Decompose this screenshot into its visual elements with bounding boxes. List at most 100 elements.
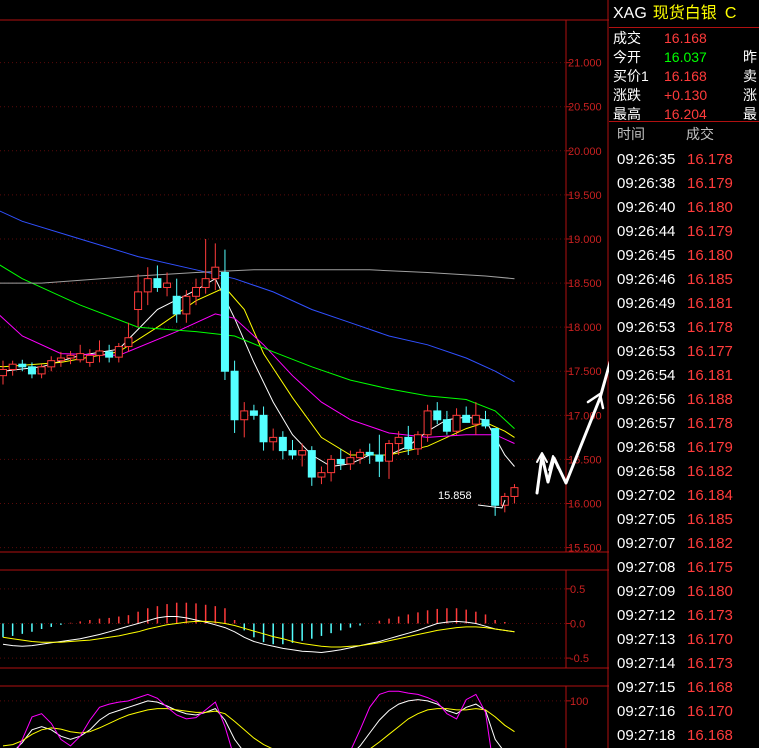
tick-row[interactable]: 09:26:53 16.178 [609,316,759,340]
quote-value: 16.168 [664,68,707,84]
tick-price: 16.178 [687,319,733,336]
tick-time: 09:26:44 [617,223,676,240]
candle-body [259,414,268,443]
price-tick-label: 19.500 [568,190,602,202]
tick-row[interactable]: 09:26:56 16.188 [609,388,759,412]
tick-row[interactable]: 09:26:54 16.181 [609,364,759,388]
quote-label-right: 昨 [743,49,757,65]
candle-body [336,458,345,465]
tick-price: 16.178 [687,151,733,168]
tick-price: 16.185 [687,511,733,528]
price-tick-label: 18.000 [568,322,602,334]
tick-row[interactable]: 09:26:38 16.179 [609,172,759,196]
tick-row[interactable]: 09:27:15 16.168 [609,676,759,700]
tick-time: 09:27:02 [617,487,676,504]
candle-body [105,351,114,358]
candle-body [114,346,123,358]
tick-time: 09:27:07 [617,535,676,552]
tick-time: 09:26:45 [617,247,676,264]
tick-row[interactable]: 09:27:02 16.184 [609,484,759,508]
tick-row[interactable]: 09:27:13 16.170 [609,628,759,652]
tick-row[interactable]: 09:26:45 16.180 [609,244,759,268]
candle-body [346,457,355,465]
tick-time: 09:26:46 [617,271,676,288]
tick-row[interactable]: 09:26:44 16.179 [609,220,759,244]
price-tick-label: 18.500 [568,278,602,290]
quote-value: 16.168 [664,30,707,46]
tick-row[interactable]: 09:26:35 16.178 [609,148,759,172]
tick-time: 09:26:49 [617,295,676,312]
candle-body [481,419,490,427]
candle-body [211,266,220,280]
candle-body [394,436,403,445]
tick-row[interactable]: 09:26:58 16.179 [609,436,759,460]
tick-time: 09:27:18 [617,727,676,744]
tick-time: 09:26:35 [617,151,676,168]
macd-tick-label: 0.0 [570,618,585,630]
tick-time: 09:26:57 [617,415,676,432]
tick-time: 09:26:58 [617,439,676,456]
macd-tick-label: 0.5 [570,584,585,596]
quote-panel: XAG 现货白银 C 成交 16.168 今开 16.037 昨买价1 16.168 卖涨跌 +0… [609,0,759,748]
tick-row[interactable]: 09:27:16 16.170 [609,700,759,724]
candle [491,428,500,516]
tick-time: 09:26:38 [617,175,676,192]
tick-row[interactable]: 09:27:09 16.180 [609,580,759,604]
candle-body [404,436,413,450]
tick-price: 16.181 [687,367,733,384]
tick-row[interactable]: 09:27:12 16.173 [609,604,759,628]
tick-row[interactable]: 09:27:14 16.173 [609,652,759,676]
candle-body [385,443,393,462]
candle-body [134,291,143,311]
tick-header: 时间 成交 [609,122,759,146]
tick-time: 09:27:12 [617,607,676,624]
tick-price: 16.168 [687,679,733,696]
tick-row[interactable]: 09:26:46 16.185 [609,268,759,292]
tick-price: 16.182 [687,463,733,480]
symbol-name: 现货白银 [652,5,717,22]
tick-time: 09:27:09 [617,583,676,600]
symbol-extra: C [724,5,737,22]
kline-chart[interactable]: 21.000 20.500 20.000 19.500 19.000 18.500 18.0… [0,0,609,748]
tick-row[interactable]: 09:26:40 16.180 [609,196,759,220]
quote-label: 今开 [613,49,641,65]
tick-row[interactable]: 09:26:58 16.182 [609,460,759,484]
tick-row[interactable]: 09:26:57 16.178 [609,412,759,436]
tick-row[interactable]: 09:27:05 16.185 [609,508,759,532]
tick-row[interactable]: 09:27:18 16.168 [609,724,759,748]
tick-row[interactable]: 09:27:07 16.182 [609,532,759,556]
candle-body [153,278,162,288]
symbol-code: XAG [613,5,647,22]
quote-label: 买价1 [613,68,649,84]
low-price-label: 15.858 [438,490,472,502]
tick-price: 16.170 [687,703,733,720]
candle-body [423,410,432,436]
tick-price: 16.170 [687,631,733,648]
candle-body [66,354,75,359]
candle-body [249,410,258,416]
tick-price: 16.179 [687,175,733,192]
tick-price: 16.184 [687,487,733,504]
tick-row[interactable]: 09:26:53 16.177 [609,340,759,364]
candle-body [471,414,480,425]
tick-row[interactable]: 09:27:08 16.175 [609,556,759,580]
candle-body [220,271,229,372]
candle-body [124,337,133,348]
candle-body [240,410,249,421]
tick-time: 09:26:40 [617,199,676,216]
quote-label-right: 涨 [743,87,757,103]
candle-body [230,370,239,421]
tick-time: 09:27:05 [617,511,676,528]
candle-body [288,450,297,456]
candle-body [452,414,461,432]
candle-body [0,368,7,377]
candle-body [269,436,278,443]
tick-time: 09:27:14 [617,655,676,672]
candle-body [491,428,500,506]
tick-row[interactable]: 09:26:49 16.181 [609,292,759,316]
candle-body [298,450,307,456]
tick-price: 16.181 [687,295,733,312]
candle-body [510,487,519,497]
quote-label-right: 卖 [743,68,757,84]
candle-body [413,434,422,450]
